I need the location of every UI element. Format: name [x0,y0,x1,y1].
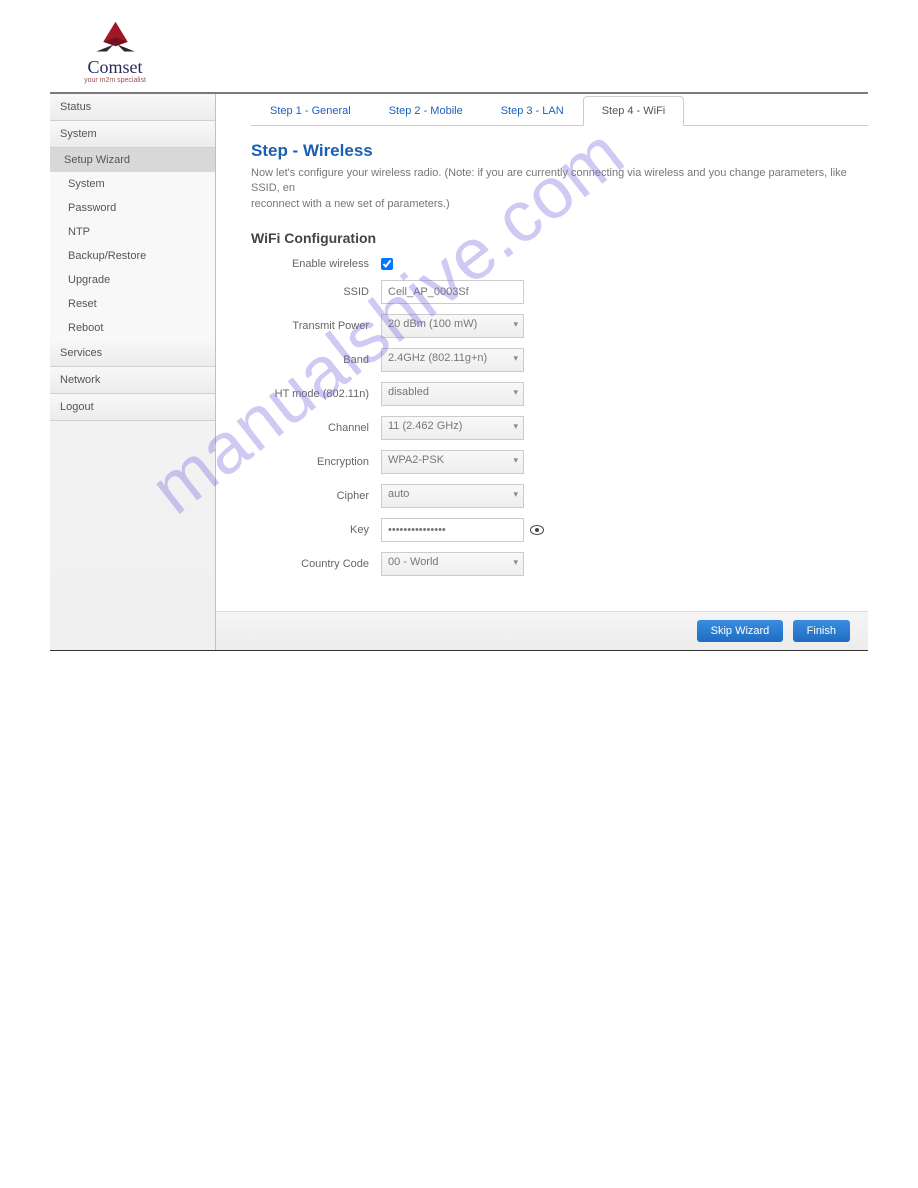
label-transmit-power: Transmit Power [251,320,381,332]
sidebar-sub-backup-restore[interactable]: Backup/Restore [50,244,215,268]
brand-tagline: your m2m specialist [84,77,146,84]
sidebar-item-network[interactable]: Network [50,367,215,394]
label-cipher: Cipher [251,490,381,502]
select-transmit-power[interactable]: 20 dBm (100 mW) [381,314,524,338]
checkbox-enable-wireless[interactable] [381,258,393,270]
section-title: WiFi Configuration [251,230,868,246]
logo-triangle-icon [88,20,143,55]
input-ssid[interactable] [381,280,524,304]
label-band: Band [251,354,381,366]
select-ht-mode[interactable]: disabled [381,382,524,406]
main-content: Step 1 - General Step 2 - Mobile Step 3 … [216,94,868,650]
sidebar: Status System Setup Wizard System Passwo… [50,94,216,650]
sidebar-item-logout[interactable]: Logout [50,394,215,421]
label-encryption: Encryption [251,456,381,468]
select-country-code[interactable]: 00 - World [381,552,524,576]
label-ssid: SSID [251,286,381,298]
label-ht-mode: HT mode (802.11n) [251,388,381,400]
tab-step4-wifi[interactable]: Step 4 - WiFi [583,96,685,126]
sidebar-sub-reset[interactable]: Reset [50,292,215,316]
tab-step2-mobile[interactable]: Step 2 - Mobile [370,96,482,126]
select-encryption[interactable]: WPA2-PSK [381,450,524,474]
sidebar-sub-ntp[interactable]: NTP [50,220,215,244]
sidebar-sub-upgrade[interactable]: Upgrade [50,268,215,292]
brand-logo: Comset your m2m specialist [65,20,165,84]
sidebar-sub-setup-wizard[interactable]: Setup Wizard [50,148,215,172]
select-channel[interactable]: 11 (2.462 GHz) [381,416,524,440]
wizard-tabs: Step 1 - General Step 2 - Mobile Step 3 … [251,96,868,126]
sidebar-item-status[interactable]: Status [50,94,215,121]
page-description: Now let's configure your wireless radio.… [251,166,868,212]
finish-button[interactable]: Finish [793,620,850,642]
brand-name: Comset [87,57,142,78]
label-channel: Channel [251,422,381,434]
sidebar-sub-reboot[interactable]: Reboot [50,316,215,340]
select-cipher[interactable]: auto [381,484,524,508]
label-enable-wireless: Enable wireless [251,258,381,270]
page-title: Step - Wireless [251,141,868,161]
sidebar-sub-system[interactable]: System [50,172,215,196]
sidebar-item-system[interactable]: System [50,121,215,148]
sidebar-item-services[interactable]: Services [50,340,215,367]
reveal-password-icon[interactable] [530,523,544,538]
tab-step3-lan[interactable]: Step 3 - LAN [482,96,583,126]
button-bar: Skip Wizard Finish [216,611,868,650]
label-country-code: Country Code [251,558,381,570]
input-key[interactable] [381,518,524,542]
sidebar-sub-password[interactable]: Password [50,196,215,220]
select-band[interactable]: 2.4GHz (802.11g+n) [381,348,524,372]
label-key: Key [251,524,381,536]
tab-step1-general[interactable]: Step 1 - General [251,96,370,126]
skip-wizard-button[interactable]: Skip Wizard [697,620,784,642]
